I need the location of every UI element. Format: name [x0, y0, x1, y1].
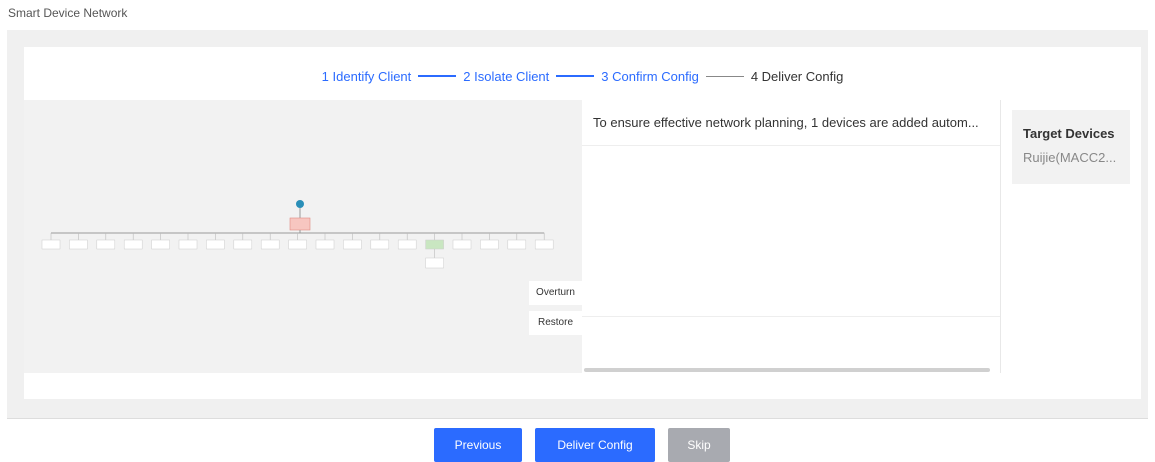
client-node	[480, 239, 499, 250]
client-node	[41, 239, 61, 250]
client-node	[69, 239, 88, 250]
client-node-selected	[425, 239, 444, 250]
client-node	[260, 239, 280, 250]
panel-divider	[582, 316, 1000, 317]
step-confirm-config[interactable]: 3 Confirm Config	[601, 69, 699, 84]
client-node	[370, 239, 390, 250]
deliver-config-button[interactable]: Deliver Config	[535, 428, 655, 462]
info-message: To ensure effective network planning, 1 …	[582, 100, 1000, 146]
overturn-button[interactable]: Overturn	[529, 281, 582, 305]
restore-button[interactable]: Restore	[529, 311, 582, 335]
horizontal-scrollbar[interactable]	[584, 368, 990, 372]
client-node	[397, 239, 417, 250]
client-node	[507, 239, 527, 250]
step-deliver-config: 4 Deliver Config	[750, 68, 844, 84]
step-isolate-client[interactable]: 2 Isolate Client	[463, 69, 549, 84]
client-node	[96, 239, 116, 250]
step-connector	[418, 75, 457, 77]
target-devices-panel: Target Devices Ruijie(MACC2...	[1012, 110, 1130, 184]
topology-canvas[interactable]: Overturn Restore	[24, 100, 582, 373]
footer-divider	[7, 418, 1148, 419]
message-panel: To ensure effective network planning, 1 …	[582, 100, 1001, 373]
step-connector	[556, 75, 595, 77]
client-node	[123, 239, 143, 250]
client-node	[233, 239, 253, 250]
client-node	[288, 239, 307, 250]
skip-button[interactable]: Skip	[668, 428, 730, 462]
topology-graph[interactable]	[24, 100, 582, 373]
step-connector	[705, 75, 744, 77]
client-node	[343, 239, 362, 250]
added-device-node	[425, 257, 444, 269]
client-node	[178, 239, 198, 250]
client-node	[534, 239, 554, 250]
client-node	[206, 239, 225, 250]
target-devices-title: Target Devices	[1023, 126, 1115, 141]
previous-button[interactable]: Previous	[434, 428, 522, 462]
step-identify-client[interactable]: 1 Identify Client	[322, 69, 412, 84]
core-switch-node	[289, 217, 311, 231]
client-node	[452, 239, 472, 250]
root-gateway-icon	[296, 200, 304, 208]
client-node	[151, 239, 170, 250]
target-device-item[interactable]: Ruijie(MACC2...	[1023, 150, 1130, 165]
client-node	[315, 239, 335, 250]
step-indicator: 1 Identify Client 2 Isolate Client 3 Con…	[24, 52, 1141, 100]
page-title: Smart Device Network	[8, 6, 128, 20]
